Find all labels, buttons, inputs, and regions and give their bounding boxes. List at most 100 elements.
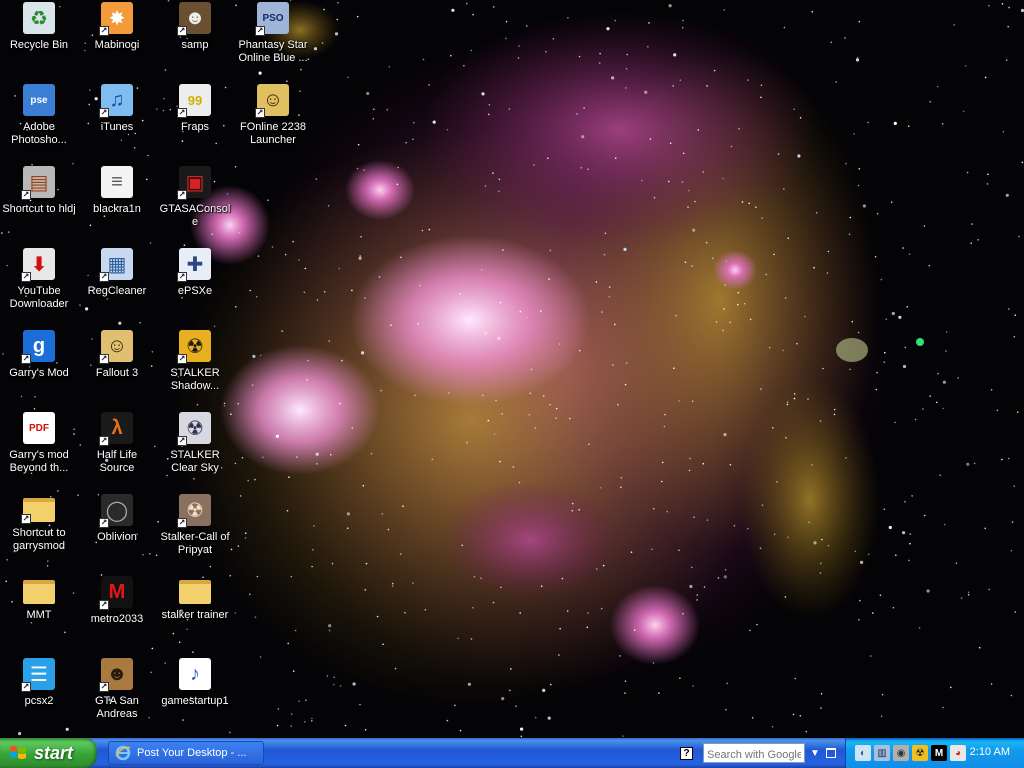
- desktop-icon-label: Oblivion: [97, 531, 137, 543]
- computer-icon[interactable]: ▥: [874, 745, 890, 761]
- desktop-icon-label: YouTube Downloader: [9, 285, 69, 310]
- start-label: start: [34, 742, 74, 763]
- shortcut-arrow-icon: ↗: [177, 190, 187, 200]
- desktop-icon-label: Stalker-Call of Pripyat: [160, 531, 230, 556]
- desktop-icon-label: RegCleaner: [87, 285, 147, 297]
- desktop-icon-label: metro2033: [90, 613, 144, 625]
- folder-icon: [179, 580, 211, 604]
- adobe-photosho-icon: pse: [23, 84, 55, 116]
- shortcut-arrow-icon: ↗: [99, 108, 109, 118]
- itunes-icon: ♫ ↗: [99, 84, 133, 118]
- desktop-icon-gamestartup1[interactable]: ♪ gamestartup1: [156, 656, 234, 736]
- desktop-icon-shortcut-to-garrysmod[interactable]: ↗ Shortcut to garrysmod: [0, 492, 78, 572]
- desktop-icon-label: Adobe Photosho...: [11, 121, 67, 146]
- stalker-call-of-pripyat-icon: ☢ ↗: [177, 494, 211, 528]
- desktop-icon-label: Fallout 3: [95, 367, 139, 379]
- desktop-icon-oblivion[interactable]: ◯ ↗ Oblivion: [78, 492, 156, 572]
- pcsx2-icon: ☰ ↗: [21, 658, 55, 692]
- shortcut-to-hldj-icon: ▤ ↗: [21, 166, 55, 200]
- chrome-icon[interactable]: ◕: [950, 745, 966, 761]
- desktop-icon-garry-s-mod-beyond-th[interactable]: PDF Garry's mod Beyond th...: [0, 410, 78, 490]
- desktop-icon-label: Shortcut to hldj: [2, 203, 76, 215]
- garry-s-mod-icon: g ↗: [21, 330, 55, 364]
- desktop-icon-shortcut-to-hldj[interactable]: ▤ ↗ Shortcut to hldj: [0, 164, 78, 244]
- shortcut-arrow-icon: ↗: [177, 518, 187, 528]
- recycle-bin-icon: ♻: [23, 2, 55, 34]
- desktop-icon-mabinogi[interactable]: ✸ ↗ Mabinogi: [78, 0, 156, 80]
- desktop-icon-label: GTA San Andreas: [95, 695, 139, 720]
- desktop-icon-adobe-photosho[interactable]: pse Adobe Photosho...: [0, 82, 78, 162]
- desktop-icon-stalker-call-of-pripyat[interactable]: ☢ ↗ Stalker-Call of Pripyat: [156, 492, 234, 572]
- shortcut-arrow-icon: ↗: [177, 436, 187, 446]
- minimize-toolbar-icon[interactable]: [825, 748, 836, 758]
- desktop: ♻ Recycle Bin pse Adobe Photosho... ▤ ↗ Shortc…: [0, 0, 1024, 738]
- stalker-shadow-icon: ☢ ↗: [177, 330, 211, 364]
- desktop-icon-label: MMT: [26, 609, 52, 621]
- desktop-icon-label: Garry's Mod: [9, 367, 69, 379]
- desktop-icon-metro2033[interactable]: M ↗ metro2033: [78, 574, 156, 654]
- help-icon[interactable]: ?: [680, 746, 693, 760]
- desktop-icon-fraps[interactable]: 99 ↗ Fraps: [156, 82, 234, 162]
- taskbar: start Post Your Desktop - ... ? ▼ ◐▥◉☢M◕…: [0, 738, 1024, 768]
- taskbar-window-post-your-desktop[interactable]: Post Your Desktop - ...: [108, 741, 264, 765]
- shortcut-arrow-icon: ↗: [177, 272, 187, 282]
- oblivion-icon: ◯ ↗: [99, 494, 133, 528]
- system-tray: ◐ ▥ ◉ ☢ M ◕ 2:10 AM: [845, 738, 1024, 768]
- desktop-icon-phantasy-star-online-blue[interactable]: PSO ↗ Phantasy Star Online Blue ...: [234, 0, 312, 80]
- desktop-icon-stalker-clear-sky[interactable]: ☢ ↗ STALKER Clear Sky: [156, 410, 234, 490]
- shortcut-arrow-icon: ↗: [99, 518, 109, 528]
- desktop-icon-label: Half Life Source: [96, 449, 138, 474]
- desktop-icon-mmt[interactable]: MMT: [0, 574, 78, 654]
- desktop-icon-pcsx2[interactable]: ☰ ↗ pcsx2: [0, 656, 78, 736]
- google-toolbar: ? ▼: [676, 738, 836, 768]
- blackra1n-icon: ≡: [101, 166, 133, 198]
- stalker-tray-icon[interactable]: ☢: [912, 745, 928, 761]
- desktop-icon-youtube-downloader[interactable]: ⬇ ↗ YouTube Downloader: [0, 246, 78, 326]
- shortcut-arrow-icon: ↗: [177, 108, 187, 118]
- shortcut-arrow-icon: ↗: [21, 354, 31, 364]
- epsxe-icon: ✚ ↗: [177, 248, 211, 282]
- start-button[interactable]: start: [0, 738, 97, 768]
- fallout-3-icon: ☺ ↗: [99, 330, 133, 364]
- desktop-icon-samp[interactable]: ☻ ↗ samp: [156, 0, 234, 80]
- desktop-icon-blackra1n[interactable]: ≡ blackra1n: [78, 164, 156, 244]
- desktop-icon-stalker-trainer[interactable]: stalker trainer: [156, 574, 234, 654]
- m-icon[interactable]: M: [931, 745, 947, 761]
- desktop-icon-label: Mabinogi: [94, 39, 140, 51]
- desktop-icon-label: Garry's mod Beyond th...: [9, 449, 69, 474]
- desktop-icon-label: samp: [181, 39, 209, 51]
- desktop-icon-gtasaconsole[interactable]: ▣ ↗ GTASAConsole: [156, 164, 234, 244]
- network-icon[interactable]: ◐: [855, 745, 871, 761]
- stalker-clear-sky-icon: ☢ ↗: [177, 412, 211, 446]
- mabinogi-icon: ✸ ↗: [99, 2, 133, 36]
- google-search-input[interactable]: [703, 743, 805, 763]
- shortcut-arrow-icon: ↗: [21, 514, 31, 524]
- desktop-icon-garry-s-mod[interactable]: g ↗ Garry's Mod: [0, 328, 78, 408]
- desktop-icon-half-life-source[interactable]: λ ↗ Half Life Source: [78, 410, 156, 490]
- clock[interactable]: 2:10 AM: [970, 746, 1010, 758]
- desktop-icon-stalker-shadow[interactable]: ☢ ↗ STALKER Shadow...: [156, 328, 234, 408]
- shortcut-arrow-icon: ↗: [99, 26, 109, 36]
- shortcut-arrow-icon: ↗: [99, 682, 109, 692]
- garry-s-mod-beyond-th-icon: PDF: [23, 412, 55, 444]
- regcleaner-icon: ▦ ↗: [99, 248, 133, 282]
- folder-icon: ↗: [21, 498, 55, 524]
- desktop-icon-recycle-bin[interactable]: ♻ Recycle Bin: [0, 0, 78, 80]
- desktop-icon-epsxe[interactable]: ✚ ↗ ePSXe: [156, 246, 234, 326]
- volume-icon[interactable]: ◉: [893, 745, 909, 761]
- samp-icon: ☻ ↗: [177, 2, 211, 36]
- shortcut-arrow-icon: ↗: [255, 108, 265, 118]
- desktop-icon-gta-san-andreas[interactable]: ☻ ↗ GTA San Andreas: [78, 656, 156, 736]
- desktop-icon-label: STALKER Shadow...: [170, 367, 220, 392]
- shortcut-arrow-icon: ↗: [99, 272, 109, 282]
- desktop-icon-fallout-3[interactable]: ☺ ↗ Fallout 3: [78, 328, 156, 408]
- desktop-icon-fonline-2238-launcher[interactable]: ☺ ↗ FOnline 2238 Launcher: [234, 82, 312, 162]
- desktop-icon-label: blackra1n: [93, 203, 141, 215]
- fraps-icon: 99 ↗: [177, 84, 211, 118]
- desktop-icon-label: gamestartup1: [161, 695, 229, 707]
- desktop-icon-itunes[interactable]: ♫ ↗ iTunes: [78, 82, 156, 162]
- desktop-icon-regcleaner[interactable]: ▦ ↗ RegCleaner: [78, 246, 156, 326]
- search-dropdown-icon[interactable]: ▼: [810, 748, 820, 759]
- desktop-icon-label: Shortcut to garrysmod: [12, 527, 66, 552]
- shortcut-arrow-icon: ↗: [21, 272, 31, 282]
